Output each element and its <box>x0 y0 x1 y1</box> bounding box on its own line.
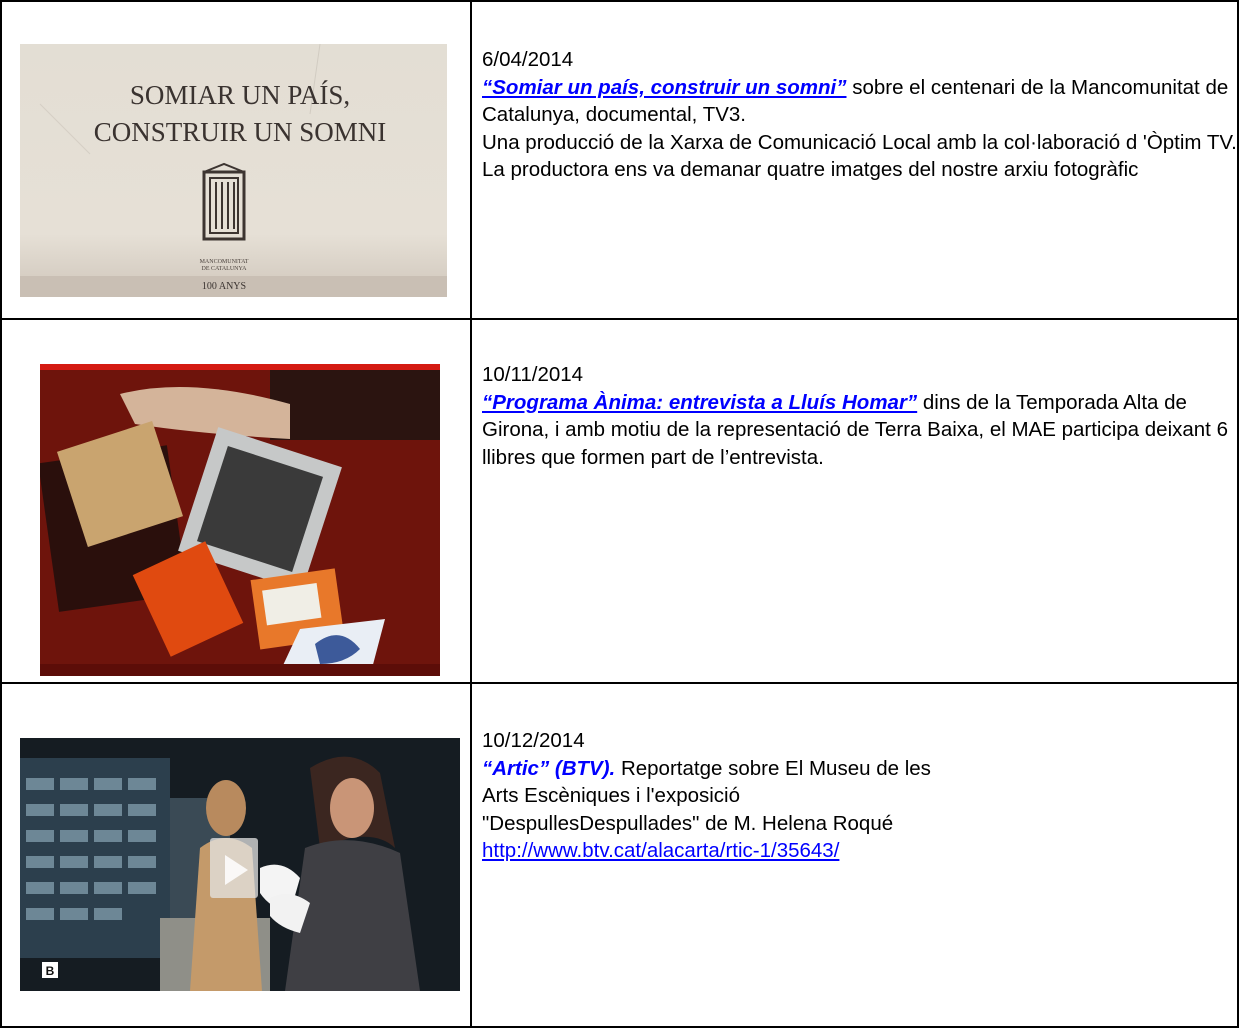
thumbnail-line-1: SOMIAR UN PAÍS, <box>130 80 350 110</box>
entry-production-note: Una producció de la Xarxa de Comunicació… <box>482 130 1237 182</box>
image-cell <box>0 318 472 684</box>
text-cell: 10/11/2014 “Programa Ànima: entrevista a… <box>470 318 1239 684</box>
anima-link[interactable]: “Programa Ànima: entrevista a Lluís Homa… <box>482 391 917 414</box>
thumbnail-caption-2: DE CATALUNYA <box>201 266 247 272</box>
press-table: SOMIAR UN PAÍS, CONSTRUIR UN SOMNI MANCO… <box>0 0 1239 1028</box>
table-row: B 10/12/2014 “Artic” (BTV). Reportatge s… <box>0 682 1239 1028</box>
btv-badge-label: B <box>46 964 55 978</box>
entry-date: 10/11/2014 <box>482 363 584 386</box>
table-row: SOMIAR UN PAÍS, CONSTRUIR UN SOMNI MANCO… <box>0 0 1239 320</box>
thumbnail-line-2: CONSTRUIR UN SOMNI <box>94 117 387 147</box>
text-cell: 10/12/2014 “Artic” (BTV). Reportatge sob… <box>470 682 1239 1028</box>
artic-title: “Artic” (BTV). <box>482 756 616 780</box>
entry-date: 6/04/2014 <box>482 48 574 71</box>
image-cell: SOMIAR UN PAÍS, CONSTRUIR UN SOMNI MANCO… <box>0 0 472 320</box>
table-row: 10/11/2014 “Programa Ànima: entrevista a… <box>0 318 1239 684</box>
entry-description: “Programa Ànima: entrevista a Lluís Homa… <box>482 389 1237 472</box>
entry-date: 10/12/2014 <box>482 729 585 752</box>
entry-description: “Artic” (BTV). Reportatge sobre El Museu… <box>482 755 962 838</box>
entry-description: “Somiar un país, construir un somni” sob… <box>482 74 1237 129</box>
somiar-thumbnail: SOMIAR UN PAÍS, CONSTRUIR UN SOMNI MANCO… <box>20 44 447 297</box>
artic-video-thumbnail[interactable]: B <box>20 738 460 991</box>
anima-thumbnail <box>40 364 440 676</box>
thumbnail-caption-1: MANCOMUNITAT <box>200 259 249 265</box>
text-cell: 6/04/2014 “Somiar un país, construir un … <box>470 0 1239 320</box>
btv-url-link[interactable]: http://www.btv.cat/alacarta/rtic-1/35643… <box>482 839 839 862</box>
thumbnail-caption-3: 100 ANYS <box>202 281 246 292</box>
somiar-link[interactable]: “Somiar un país, construir un somni” <box>482 76 847 99</box>
image-cell: B <box>0 682 472 1028</box>
btv-badge-icon: B <box>42 962 58 978</box>
